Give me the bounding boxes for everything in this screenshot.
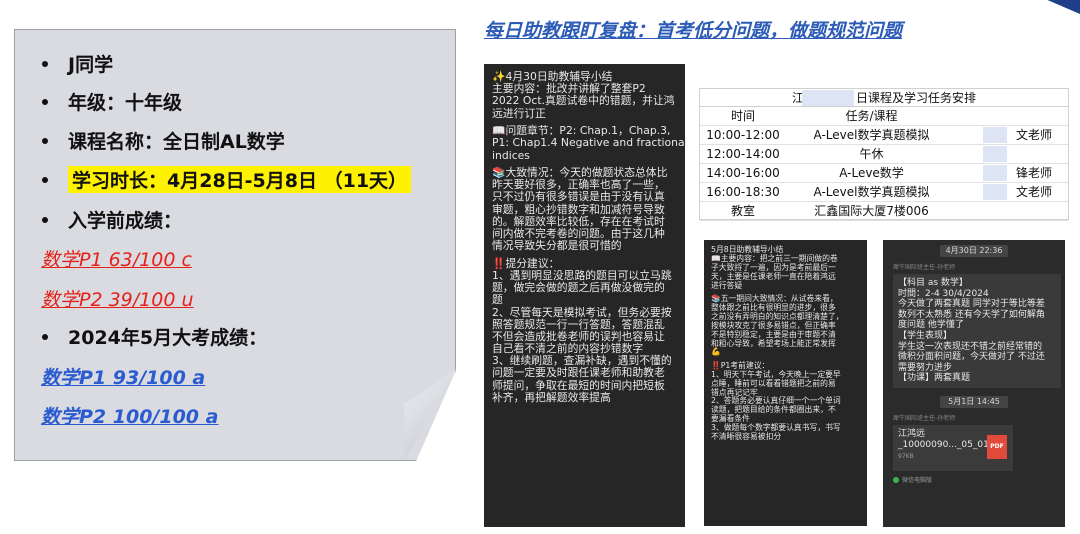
chat-sender: 犀牛国际班主任-孙老师 <box>893 264 956 271</box>
redaction <box>802 90 854 106</box>
summary-line: 2022 Oct.真题试卷中的错题，并让鸿 <box>492 94 675 108</box>
table-row: 16:00-18:30 A-Level数学真题模拟 文老师 <box>700 182 1068 203</box>
message-line: 微积分面积问题，今天做对了 不过还 <box>898 352 1045 363</box>
summary-line: 题 <box>492 293 503 307</box>
row-cell: A-Leve数学 <box>786 163 957 184</box>
schedule-table: 江 日课程及学习任务安排 时间 任务/课程 10:00-12:00 A-Leve… <box>699 88 1069 222</box>
bullet-pre-score: 入学前成绩： <box>42 206 182 233</box>
redaction <box>983 184 1007 201</box>
wechat-chat-screenshot: 4月30日 22:36 犀牛国际班主任-孙老师 【科目 as 数学】 时間：2-4… <box>883 240 1065 527</box>
schedule-title: 江 日课程及学习任务安排 <box>700 89 1068 107</box>
exam-score-p1: 数学P1 93/100 a <box>41 367 206 389</box>
row-cell: 汇鑫国际大厦7楼006 <box>786 201 957 222</box>
bullet-dot <box>42 137 48 144</box>
summary-line: 2、尽管每天是模拟考试，但务必要按 <box>492 305 672 319</box>
message-line: 学生这一次表现还不错之前经常错的 <box>898 341 1043 352</box>
teacher-name: 文老师 <box>1015 185 1052 200</box>
row-cell: A-Level数学真题模拟 <box>786 182 957 203</box>
bullet-dot <box>42 98 48 105</box>
row-cell: 12:00-14:00 <box>700 144 786 165</box>
header-time: 时间 <box>700 107 786 127</box>
schedule-grid: 时间 任务/课程 10:00-12:00 A-Level数学真题模拟 文老师 1… <box>700 107 1068 222</box>
row-cell: 16:00-18:30 <box>700 182 786 203</box>
schedule-title-right: 日课程及学习任务安排 <box>856 91 977 105</box>
redaction <box>983 165 1007 182</box>
chat-message: 【科目 as 数学】 时間：2-4 30/4/2024 今天做了两套真题 同学对于等… <box>893 274 1061 389</box>
summary-line: 进行答疑 <box>711 280 743 290</box>
summary-line: 补齐，再把解题效率提高 <box>492 390 611 404</box>
redaction <box>983 127 1007 144</box>
row-cell: 午休 <box>786 144 957 165</box>
student-name: J同学 <box>68 54 114 76</box>
pdf-attachment[interactable]: 江鸿远 _10000090..._05_01.pdf 97KB PDF <box>893 425 1013 472</box>
table-row: 教室 汇鑫国际大厦7楼006 <box>700 201 1068 222</box>
teacher-name: 锋老师 <box>1015 166 1052 181</box>
table-row: 14:00-16:00 A-Leve数学 锋老师 <box>700 163 1068 184</box>
summary-line: 只不过仍有很多错误是由于没有认真 <box>492 190 665 204</box>
bullet-course: 课程名称：全日制AL数学 <box>42 127 285 154</box>
bullet-exam-score: 2024年5月大考成绩： <box>42 323 267 350</box>
message-line: 今天做了两套真题 同学对于等比等差 <box>898 299 1045 310</box>
bullet-dot <box>42 176 48 183</box>
message-line: 【科目 as 数学】 <box>898 278 968 288</box>
wechat-icon <box>893 476 899 483</box>
row-cell: 14:00-16:00 <box>700 163 786 184</box>
exam-score-heading: 2024年5月大考成绩： <box>68 327 268 349</box>
duration-text: 学习时长：4月28日-5月8日 （11天） <box>68 166 412 193</box>
table-row: 10:00-12:00 A-Level数学真题模拟 文老师 <box>700 125 1068 146</box>
summary-line: P1: Chap1.4 Negative and fractional <box>492 136 688 150</box>
teacher-name: 文老师 <box>1015 128 1052 143</box>
pdf-file-icon: PDF <box>987 435 1007 460</box>
source-label: 微信电脑版 <box>893 475 1059 484</box>
row-cell <box>957 201 1068 222</box>
message-line: 【功课】两套真题 <box>898 373 971 384</box>
summary-line: 不清晰很容易被扣分 <box>711 432 782 441</box>
chat-sender: 犀牛国际班主任-孙老师 <box>893 415 956 423</box>
summary-line: 和粗心导致，希望考场上能正常发挥 <box>711 338 836 348</box>
pre-score-p1: 数学P1 63/100 c <box>41 249 192 271</box>
pre-score-p2: 数学P2 39/100 u <box>41 289 194 311</box>
bullet-student: J同学 <box>42 50 113 77</box>
header-teacher <box>957 107 1068 127</box>
source-text: 微信电脑版 <box>902 477 933 485</box>
message-line: 时間：2-4 30/4/2024 <box>898 288 989 299</box>
chat-timestamp: 4月30日 22:36 <box>940 245 1008 257</box>
bullet-grade: 年级：十年级 <box>42 88 182 115</box>
row-cell: A-Level数学真题模拟 <box>786 125 957 146</box>
row-cell-teacher: 锋老师 <box>957 163 1068 184</box>
row-cell-teacher <box>957 144 1068 165</box>
message-line: 数列不太熟悉 还有今天学了如何解角 <box>898 309 1045 320</box>
bullet-dot <box>42 333 48 340</box>
summary-line: 远进行订正 <box>492 106 546 120</box>
summary-line: 题，做完会做的题之后再做没做完的 <box>492 281 665 295</box>
chat-timestamp: 5月1日 14:45 <box>940 396 1008 409</box>
corner-decoration <box>1047 0 1080 14</box>
grade-text: 年级：十年级 <box>68 92 183 114</box>
bullet-dot <box>42 216 48 223</box>
summary-line: 问题一定要及时跟任课老师和助教老 <box>492 366 665 380</box>
tutor-summary-may8: 5月8日助教辅导小结 📖主要内容：把之前三一期间做的卷 子大致捋了一遍，因为是考前最… <box>704 240 867 526</box>
row-cell-teacher: 文老师 <box>957 182 1068 203</box>
table-row: 12:00-14:00 午休 <box>700 144 1068 165</box>
summary-line: indices <box>492 148 530 162</box>
tutor-summary-apr30: ✨4月30日助教辅导小结 主要内容：批改并讲解了整套P2 2022 Oct.真题试卷… <box>484 64 688 527</box>
message-line: 【学生表现】 <box>898 331 953 342</box>
redaction <box>983 146 1007 163</box>
row-cell: 教室 <box>700 201 786 222</box>
message-line: 需要努力进步 <box>898 362 953 373</box>
row-cell-teacher: 文老师 <box>957 125 1068 146</box>
bullet-dot <box>42 60 48 67</box>
bullet-duration: 学习时长：4月28日-5月8日 （11天） <box>42 166 412 193</box>
summary-line: 情况导致失分都是很可惜的 <box>492 239 622 253</box>
page-headline: 每日助教跟盯复盘：首考低分问题，做题规范问题 <box>484 20 903 42</box>
course-text: 课程名称：全日制AL数学 <box>68 131 285 153</box>
message-line: 度问题 他学懂了 <box>898 320 964 331</box>
pre-score-heading: 入学前成绩： <box>68 210 183 232</box>
exam-score-p2: 数学P2 100/100 a <box>41 406 219 428</box>
header-task: 任务/课程 <box>786 107 957 127</box>
row-cell: 10:00-12:00 <box>700 125 786 146</box>
table-header-row: 时间 任务/课程 <box>700 107 1068 127</box>
summary-line: 💪 <box>711 347 721 357</box>
